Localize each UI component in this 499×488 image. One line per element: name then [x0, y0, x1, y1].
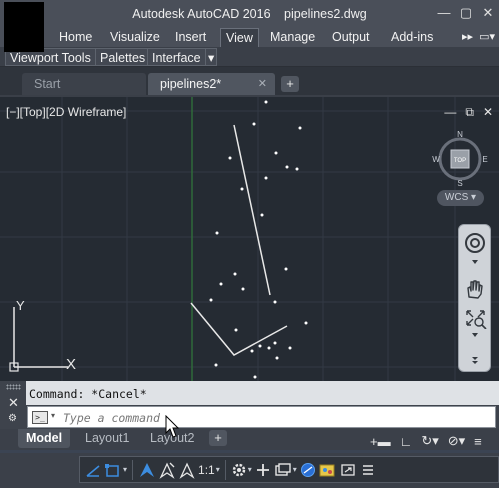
selection-cycling-icon[interactable]: ▾: [104, 459, 127, 481]
close-command-line-icon[interactable]: ✕: [8, 395, 19, 411]
new-tab-button[interactable]: +: [281, 76, 299, 92]
status-bar: ▾ 1:1 ▾ ▾ ▾: [0, 453, 499, 488]
annotation-visibility-icon[interactable]: [138, 459, 156, 481]
viewport-restore-icon[interactable]: ⧉: [465, 105, 474, 120]
command-prompt-icon[interactable]: >_: [32, 411, 48, 424]
file-tab-start[interactable]: Start: [22, 73, 146, 95]
zoom-dropdown-icon[interactable]: [459, 331, 492, 339]
file-tab-pipelines2[interactable]: pipelines2* ✕: [148, 73, 275, 95]
viewport-minimize-icon[interactable]: —: [444, 105, 456, 120]
panel-expand-button[interactable]: ▾: [205, 48, 218, 66]
ucs-icon: Y X: [9, 298, 76, 373]
separator: [132, 459, 134, 480]
units-icon[interactable]: ▾: [274, 459, 297, 481]
graphics-performance-icon[interactable]: [319, 459, 337, 481]
fullscreen-icon[interactable]: [339, 459, 357, 481]
ucs-x-label: X: [66, 356, 76, 373]
wcs-menu[interactable]: WCS ▾: [437, 190, 484, 206]
isolate-objects-icon[interactable]: [299, 459, 317, 481]
tab-manage[interactable]: Manage: [265, 28, 320, 47]
tab-layout1[interactable]: Layout1: [77, 429, 137, 448]
viewcube-face-label[interactable]: TOP: [454, 158, 466, 164]
command-line-grip[interactable]: ✕ ⚙: [0, 381, 26, 429]
more-tabs-button[interactable]: ▸▸: [462, 30, 473, 43]
autocad-window: Autodesk AutoCAD 2016 pipelines2.dwg — ▢…: [0, 0, 499, 488]
panel-palettes[interactable]: Palettes: [95, 48, 151, 66]
line-weight-toggle[interactable]: +▬: [370, 434, 391, 449]
customize-wrench-icon[interactable]: ⚙: [8, 413, 17, 424]
navbar-customize-icon[interactable]: [459, 355, 492, 367]
compass-south[interactable]: S: [457, 179, 462, 188]
tab-insert[interactable]: Insert: [170, 28, 211, 47]
tab-model[interactable]: Model: [18, 429, 71, 448]
ortho-toggle[interactable]: ∟: [400, 434, 413, 449]
title-bar: Autodesk AutoCAD 2016 pipelines2.dwg — ▢…: [0, 0, 499, 52]
dynamic-ucs-icon[interactable]: [84, 459, 102, 481]
pipeline-polylines[interactable]: [190, 124, 288, 356]
compass-east[interactable]: E: [482, 155, 487, 164]
ribbon-overflow: ▸▸ ▭▾: [462, 30, 495, 43]
app-name: Autodesk AutoCAD 2016: [132, 7, 271, 21]
polar-tracking-toggle[interactable]: ↻▾: [421, 433, 438, 449]
annotation-scale-value: 1:1: [198, 462, 215, 477]
tab-add-ins[interactable]: Add-ins: [386, 28, 438, 47]
window-title: Autodesk AutoCAD 2016 pipelines2.dwg: [0, 7, 499, 21]
file-name: pipelines2.dwg: [284, 7, 367, 21]
annotation-scale-selector[interactable]: 1:1 ▾: [198, 459, 220, 481]
command-history: Command: *Cancel*: [0, 381, 499, 405]
viewport-window-controls: — ⧉ ✕: [444, 105, 493, 120]
viewcube[interactable]: TOP N S E W: [432, 130, 488, 188]
application-menu-button[interactable]: [4, 2, 44, 52]
separator: [224, 459, 226, 480]
close-window-button[interactable]: ✕: [477, 4, 499, 22]
pan-hand-icon[interactable]: [459, 277, 492, 301]
tab-view[interactable]: View: [220, 28, 259, 47]
minimize-button[interactable]: —: [433, 4, 455, 22]
file-tab-label: Start: [34, 77, 61, 91]
tab-output[interactable]: Output: [327, 28, 375, 47]
auto-scale-icon[interactable]: [158, 459, 176, 481]
viewport-close-icon[interactable]: ✕: [483, 105, 493, 120]
ribbon-panel-bar: Viewport Tools Palettes Interface ▾: [0, 47, 499, 67]
units-dropdown-icon[interactable]: ▾: [293, 465, 297, 474]
file-tab-label: pipelines2*: [160, 77, 222, 91]
panel-interface[interactable]: Interface: [147, 48, 206, 66]
command-input-box[interactable]: >_ ▾: [27, 406, 496, 428]
close-tab-icon[interactable]: ✕: [258, 73, 267, 95]
workspace-switching-icon[interactable]: ▾: [231, 459, 252, 481]
workspace-dropdown-icon[interactable]: ▾: [248, 465, 252, 474]
ribbon-tabs: Home Visualize Insert View Manage Output…: [0, 28, 499, 47]
command-input[interactable]: [63, 409, 463, 426]
recent-commands-dropdown-icon[interactable]: ▾: [51, 411, 55, 420]
annotation-monitor-icon[interactable]: [254, 459, 272, 481]
ucs-y-label: Y: [16, 298, 25, 313]
tab-visualize[interactable]: Visualize: [105, 28, 165, 47]
status-bar-upper: +▬ ∟ ↻▾ ⊘▾ ≡: [364, 429, 499, 453]
isometric-toggle[interactable]: ⊘▾: [448, 433, 465, 449]
status-bar-tray: ▾ 1:1 ▾ ▾ ▾: [79, 456, 499, 483]
navigation-bar: [458, 224, 491, 372]
compass-north[interactable]: N: [457, 130, 463, 139]
customize-status-bar-icon[interactable]: ≡: [474, 434, 482, 449]
grip-dots[interactable]: [6, 384, 21, 390]
command-input-row: >_ ▾: [0, 405, 499, 429]
add-layout-button[interactable]: +: [209, 430, 227, 446]
steering-wheel-icon[interactable]: [459, 229, 492, 257]
customization-menu-icon[interactable]: [359, 459, 377, 481]
scale-dropdown-icon[interactable]: ▾: [216, 465, 220, 474]
selection-dropdown-icon[interactable]: ▾: [123, 465, 127, 474]
mouse-pointer-icon: [165, 415, 180, 438]
steering-wheel-dropdown-icon[interactable]: [459, 258, 492, 266]
tab-home[interactable]: Home: [54, 28, 97, 47]
maximize-button[interactable]: ▢: [455, 4, 477, 22]
drawing-viewport[interactable]: [−][Top][2D Wireframe] — ⧉ ✕ TOP N S E W…: [0, 95, 499, 381]
command-history-text: Command: *Cancel*: [29, 387, 147, 401]
compass-west[interactable]: W: [432, 155, 440, 164]
zoom-extents-icon[interactable]: [459, 305, 492, 329]
window-controls: — ▢ ✕: [433, 4, 499, 22]
viewport-controls-label[interactable]: [−][Top][2D Wireframe]: [6, 105, 126, 119]
file-tabs: Start pipelines2* ✕ +: [0, 67, 499, 95]
ribbon-minimize-button[interactable]: ▭▾: [479, 30, 495, 43]
annotation-scale-icon[interactable]: [178, 459, 196, 481]
